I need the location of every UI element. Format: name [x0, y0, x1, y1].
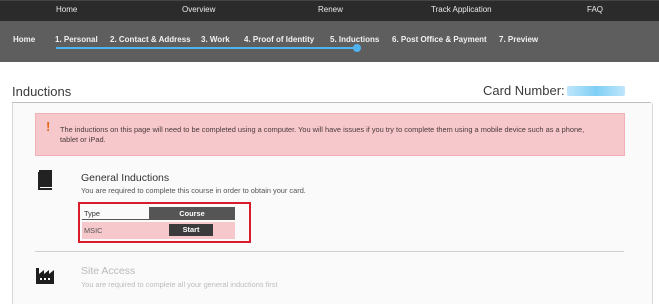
- step-post-office-payment[interactable]: 6. Post Office & Payment: [392, 35, 487, 44]
- site-access-title: Site Access: [81, 265, 136, 277]
- nav-overview[interactable]: Overview: [182, 5, 215, 14]
- step-progress-indicator: [353, 44, 361, 52]
- factory-icon: [36, 268, 54, 284]
- card-number-label: Card Number:: [483, 83, 565, 98]
- general-inductions-title: General Inductions: [81, 172, 170, 184]
- book-icon: [38, 170, 52, 190]
- general-inductions-description: You are required to complete this course…: [81, 186, 306, 195]
- site-access-description: You are required to complete all your ge…: [81, 280, 278, 289]
- step-progress-line: [56, 47, 358, 49]
- nav-track-application[interactable]: Track Application: [431, 5, 492, 14]
- highlight-annotation: [78, 202, 251, 243]
- card-number-value-redacted: [567, 86, 625, 96]
- alert-message: The inductions on this page will need to…: [60, 125, 585, 144]
- step-inductions[interactable]: 5. Inductions: [330, 35, 379, 44]
- step-personal[interactable]: 1. Personal: [55, 35, 98, 44]
- top-nav: Home Overview Renew Track Application FA…: [0, 0, 659, 21]
- page-title: Inductions: [12, 84, 72, 99]
- exclamation-icon: !: [46, 119, 51, 134]
- step-contact-address[interactable]: 2. Contact & Address: [110, 35, 191, 44]
- step-preview[interactable]: 7. Preview: [499, 35, 538, 44]
- step-proof-of-identity[interactable]: 4. Proof of Identity: [244, 35, 314, 44]
- nav-renew[interactable]: Renew: [318, 5, 343, 14]
- step-home[interactable]: Home: [13, 35, 35, 44]
- steps-bar: Home 1. Personal 2. Contact & Address 3.…: [0, 21, 659, 62]
- nav-faq[interactable]: FAQ: [587, 5, 603, 14]
- nav-home[interactable]: Home: [56, 5, 77, 14]
- step-work[interactable]: 3. Work: [201, 35, 230, 44]
- section-divider: [35, 251, 624, 252]
